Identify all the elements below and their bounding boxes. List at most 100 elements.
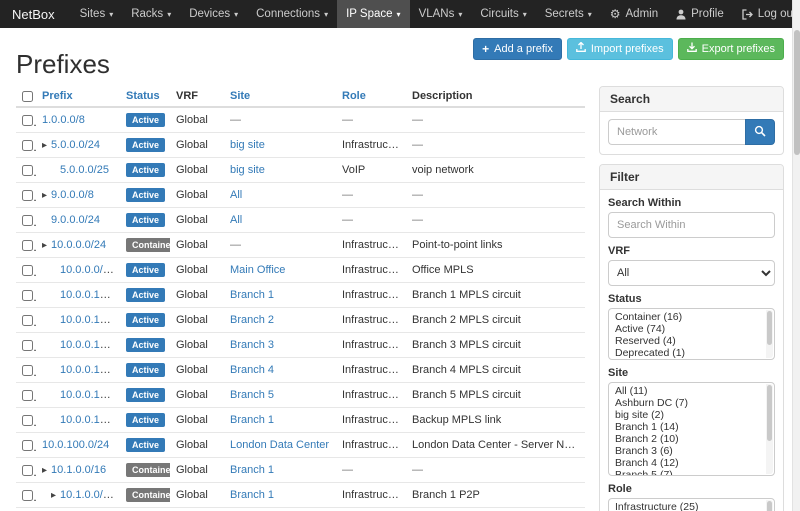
prefix-link[interactable]: 9.0.0.0/8 <box>51 189 94 201</box>
listbox-option[interactable]: Deprecated (1) <box>609 347 774 359</box>
site-link[interactable]: Branch 4 <box>230 364 274 376</box>
listbox-option[interactable]: Active (74) <box>609 323 774 335</box>
prefix-cell: 1.0.0.0/8 <box>36 107 120 133</box>
row-checkbox[interactable] <box>22 415 33 426</box>
nav-item-racks[interactable]: Racks▾ <box>122 0 180 28</box>
listbox-option[interactable]: Infrastructure (25) <box>609 501 774 511</box>
site-link[interactable]: Branch 1 <box>230 489 274 501</box>
prefix-link[interactable]: 10.1.0.0/24 <box>60 489 115 501</box>
scrollbar-thumb[interactable] <box>794 30 800 155</box>
listbox-option[interactable]: Ashburn DC (7) <box>609 397 774 409</box>
search-input[interactable] <box>608 119 745 145</box>
listbox-option[interactable]: Reserved (4) <box>609 335 774 347</box>
site-link[interactable]: big site <box>230 139 265 151</box>
search-within-input[interactable] <box>608 212 775 238</box>
row-checkbox[interactable] <box>22 140 33 151</box>
column-header-prefix[interactable]: Prefix <box>36 86 120 107</box>
listbox-scrollbar[interactable] <box>766 310 773 358</box>
listbox-option[interactable]: Branch 5 (7) <box>609 469 774 476</box>
app-logo[interactable]: NetBox <box>12 0 55 28</box>
nav-item-secrets[interactable]: Secrets▾ <box>536 0 601 28</box>
row-checkbox[interactable] <box>22 365 33 376</box>
prefix-link[interactable]: 10.0.0.134/31 <box>60 364 120 376</box>
site-link[interactable]: Branch 5 <box>230 389 274 401</box>
table-row: 10.0.0.132/31ActiveGlobalBranch 3Infrast… <box>16 333 585 358</box>
prefix-link[interactable]: 10.0.0.138/31 <box>60 414 120 426</box>
site-link[interactable]: big site <box>230 164 265 176</box>
listbox-scrollbar[interactable] <box>766 500 773 511</box>
prefix-link[interactable]: 9.0.0.0/24 <box>51 214 100 226</box>
prefix-link[interactable]: 10.0.0.128/31 <box>60 289 120 301</box>
nav-item-vlans[interactable]: VLANs▾ <box>410 0 472 28</box>
site-link[interactable]: All <box>230 189 242 201</box>
select-all-checkbox[interactable] <box>22 91 33 102</box>
column-header-role[interactable]: Role <box>336 86 406 107</box>
listbox-option[interactable]: Branch 4 (12) <box>609 457 774 469</box>
nav-item-sites[interactable]: Sites▾ <box>71 0 123 28</box>
row-checkbox[interactable] <box>22 165 33 176</box>
site-link[interactable]: Branch 1 <box>230 414 274 426</box>
status-cell: Active <box>120 208 170 233</box>
row-checkbox[interactable] <box>22 190 33 201</box>
row-checkbox[interactable] <box>22 315 33 326</box>
row-checkbox[interactable] <box>22 265 33 276</box>
role-cell: — <box>336 208 406 233</box>
prefix-link[interactable]: 10.0.0.136/31 <box>60 389 120 401</box>
nav-item-connections[interactable]: Connections▾ <box>247 0 337 28</box>
site-link[interactable]: Branch 2 <box>230 314 274 326</box>
vrf-select[interactable]: All <box>608 260 775 286</box>
site-link[interactable]: London Data Center <box>230 439 329 451</box>
row-checkbox[interactable] <box>22 390 33 401</box>
listbox-option[interactable]: Branch 2 (10) <box>609 433 774 445</box>
listbox-option[interactable]: big site (2) <box>609 409 774 421</box>
nav-item-devices[interactable]: Devices▾ <box>180 0 247 28</box>
status-filter-listbox[interactable]: Container (16)Active (74)Reserved (4)Dep… <box>608 308 775 360</box>
listbox-scrollbar[interactable] <box>766 384 773 474</box>
site-cell: Main Office <box>224 258 336 283</box>
navbar-right: ⚙ Admin Profile Log out <box>601 0 800 28</box>
row-checkbox[interactable] <box>22 215 33 226</box>
listbox-option[interactable]: All (11) <box>609 385 774 397</box>
nav-item-logout[interactable]: Log out <box>733 0 800 28</box>
row-checkbox[interactable] <box>22 440 33 451</box>
row-checkbox[interactable] <box>22 115 33 126</box>
row-checkbox[interactable] <box>22 240 33 251</box>
page-scrollbar[interactable] <box>792 0 800 511</box>
role-cell: — <box>336 508 406 511</box>
site-cell: London Data Center <box>224 433 336 458</box>
prefix-link[interactable]: 1.0.0.0/8 <box>42 114 85 126</box>
nav-item-profile[interactable]: Profile <box>667 0 733 28</box>
prefix-link[interactable]: 10.1.0.0/16 <box>51 464 106 476</box>
site-link[interactable]: Branch 1 <box>230 464 274 476</box>
prefix-link[interactable]: 10.0.0.130/31 <box>60 314 120 326</box>
prefix-link[interactable]: 10.0.0.0/24 <box>51 239 106 251</box>
row-checkbox[interactable] <box>22 340 33 351</box>
site-link[interactable]: All <box>230 214 242 226</box>
listbox-option[interactable]: Container (16) <box>609 311 774 323</box>
vrf-cell: Global <box>170 433 224 458</box>
filter-panel: Filter Search Within VRF All Status Cont… <box>599 164 784 511</box>
prefix-link[interactable]: 5.0.0.0/24 <box>51 139 100 151</box>
row-checkbox[interactable] <box>22 290 33 301</box>
nav-item-ip-space[interactable]: IP Space▾ <box>337 0 409 28</box>
nav-item-circuits[interactable]: Circuits▾ <box>471 0 535 28</box>
column-header-site[interactable]: Site <box>224 86 336 107</box>
row-checkbox[interactable] <box>22 490 33 501</box>
nav-item-label: Racks <box>131 8 163 20</box>
site-link[interactable]: Branch 3 <box>230 339 274 351</box>
nav-item-admin[interactable]: ⚙ Admin <box>601 0 667 28</box>
search-button[interactable] <box>745 119 775 145</box>
row-checkbox[interactable] <box>22 465 33 476</box>
listbox-option[interactable]: Branch 1 (14) <box>609 421 774 433</box>
column-header-status[interactable]: Status <box>120 86 170 107</box>
role-filter-listbox[interactable]: Infrastructure (25)Management (8)Private… <box>608 498 775 511</box>
vrf-cell: Global <box>170 508 224 511</box>
site-link[interactable]: Main Office <box>230 264 285 276</box>
prefix-link[interactable]: 10.0.0.132/31 <box>60 339 120 351</box>
site-filter-listbox[interactable]: All (11)Ashburn DC (7)big site (2)Branch… <box>608 382 775 476</box>
listbox-option[interactable]: Branch 3 (6) <box>609 445 774 457</box>
prefix-link[interactable]: 10.0.0.0/31 <box>60 264 115 276</box>
prefix-link[interactable]: 10.0.100.0/24 <box>42 439 109 451</box>
site-link[interactable]: Branch 1 <box>230 289 274 301</box>
prefix-link[interactable]: 5.0.0.0/25 <box>60 164 109 176</box>
